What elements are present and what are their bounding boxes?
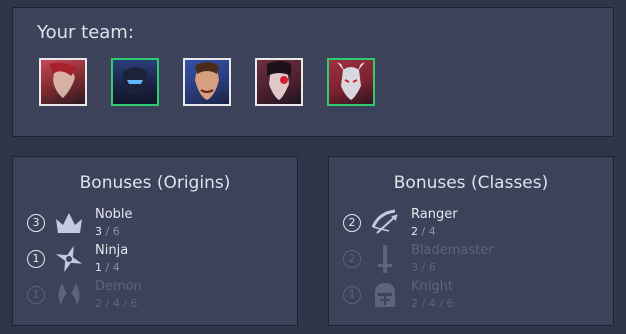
trait-tier: 6 xyxy=(428,261,436,274)
trait-tier: 6 xyxy=(112,225,120,238)
classes-title: Bonuses (Classes) xyxy=(393,173,549,193)
trait-count-badge: 2 xyxy=(343,250,361,268)
trait-row-ranger[interactable]: 2 Ranger 2 / 4 xyxy=(343,207,603,241)
trait-name: Ranger xyxy=(411,207,458,222)
trait-tier: 3 xyxy=(95,225,102,238)
trait-name: Knight xyxy=(411,279,453,294)
trait-count-badge: 3 xyxy=(27,214,45,232)
champion-portrait-3[interactable] xyxy=(183,58,231,106)
crown-icon xyxy=(56,213,82,233)
team-title: Your team: xyxy=(37,22,134,43)
trait-tiers: 1 / 4 xyxy=(95,261,120,274)
champion-portrait-5[interactable] xyxy=(327,58,375,106)
bow-icon xyxy=(371,209,398,234)
trait-row-noble[interactable]: 3 Noble 3 / 6 xyxy=(27,207,287,241)
trait-tier: 2 xyxy=(411,297,418,310)
trait-name: Noble xyxy=(95,207,133,222)
trait-name: Demon xyxy=(95,279,142,294)
sword-icon xyxy=(378,245,392,273)
team-portraits xyxy=(39,58,399,106)
trait-tiers: 2 / 4 / 6 xyxy=(95,297,138,310)
trait-tier: 1 xyxy=(95,261,102,274)
trait-name: Ninja xyxy=(95,243,129,258)
trait-tier: 6 xyxy=(130,297,138,310)
trait-tier: 4 xyxy=(428,225,436,238)
trait-tiers: 2 / 4 / 6 xyxy=(411,297,454,310)
trait-tier: 2 xyxy=(411,225,418,238)
trait-count-badge: 2 xyxy=(343,214,361,232)
trait-count-badge: 1 xyxy=(27,286,45,304)
trait-tier: 4 xyxy=(428,297,436,310)
trait-tiers: 2 / 4 xyxy=(411,225,436,238)
trait-row-blademaster[interactable]: 2 Blademaster 3 / 6 xyxy=(343,243,603,277)
trait-tier: 6 xyxy=(446,297,454,310)
helmet-icon xyxy=(375,283,395,307)
classes-panel: Bonuses (Classes) 2 Ranger 2 / 4 2 Blade… xyxy=(328,156,614,326)
demon-horns-icon xyxy=(58,283,80,305)
champion-portrait-2[interactable] xyxy=(111,58,159,106)
trait-row-demon[interactable]: 1 Demon 2 / 4 / 6 xyxy=(27,279,287,313)
trait-count-badge: 1 xyxy=(343,286,361,304)
trait-tier: 3 xyxy=(411,261,418,274)
trait-name: Blademaster xyxy=(411,243,494,258)
champion-portrait-1[interactable] xyxy=(39,58,87,106)
team-panel: Your team: xyxy=(12,7,614,137)
trait-row-ninja[interactable]: 1 Ninja 1 / 4 xyxy=(27,243,287,277)
origins-panel: Bonuses (Origins) 3 Noble 3 / 6 1 Ninja … xyxy=(12,156,298,326)
trait-row-knight[interactable]: 1 Knight 2 / 4 / 6 xyxy=(343,279,603,313)
trait-tiers: 3 / 6 xyxy=(95,225,120,238)
trait-count-badge: 1 xyxy=(27,250,45,268)
trait-tiers: 3 / 6 xyxy=(411,261,436,274)
trait-tier: 4 xyxy=(112,297,120,310)
trait-tier: 2 xyxy=(95,297,102,310)
trait-tier: 4 xyxy=(112,261,120,274)
champion-portrait-4[interactable] xyxy=(255,58,303,106)
origins-title: Bonuses (Origins) xyxy=(79,173,231,193)
shuriken-icon xyxy=(55,245,83,273)
